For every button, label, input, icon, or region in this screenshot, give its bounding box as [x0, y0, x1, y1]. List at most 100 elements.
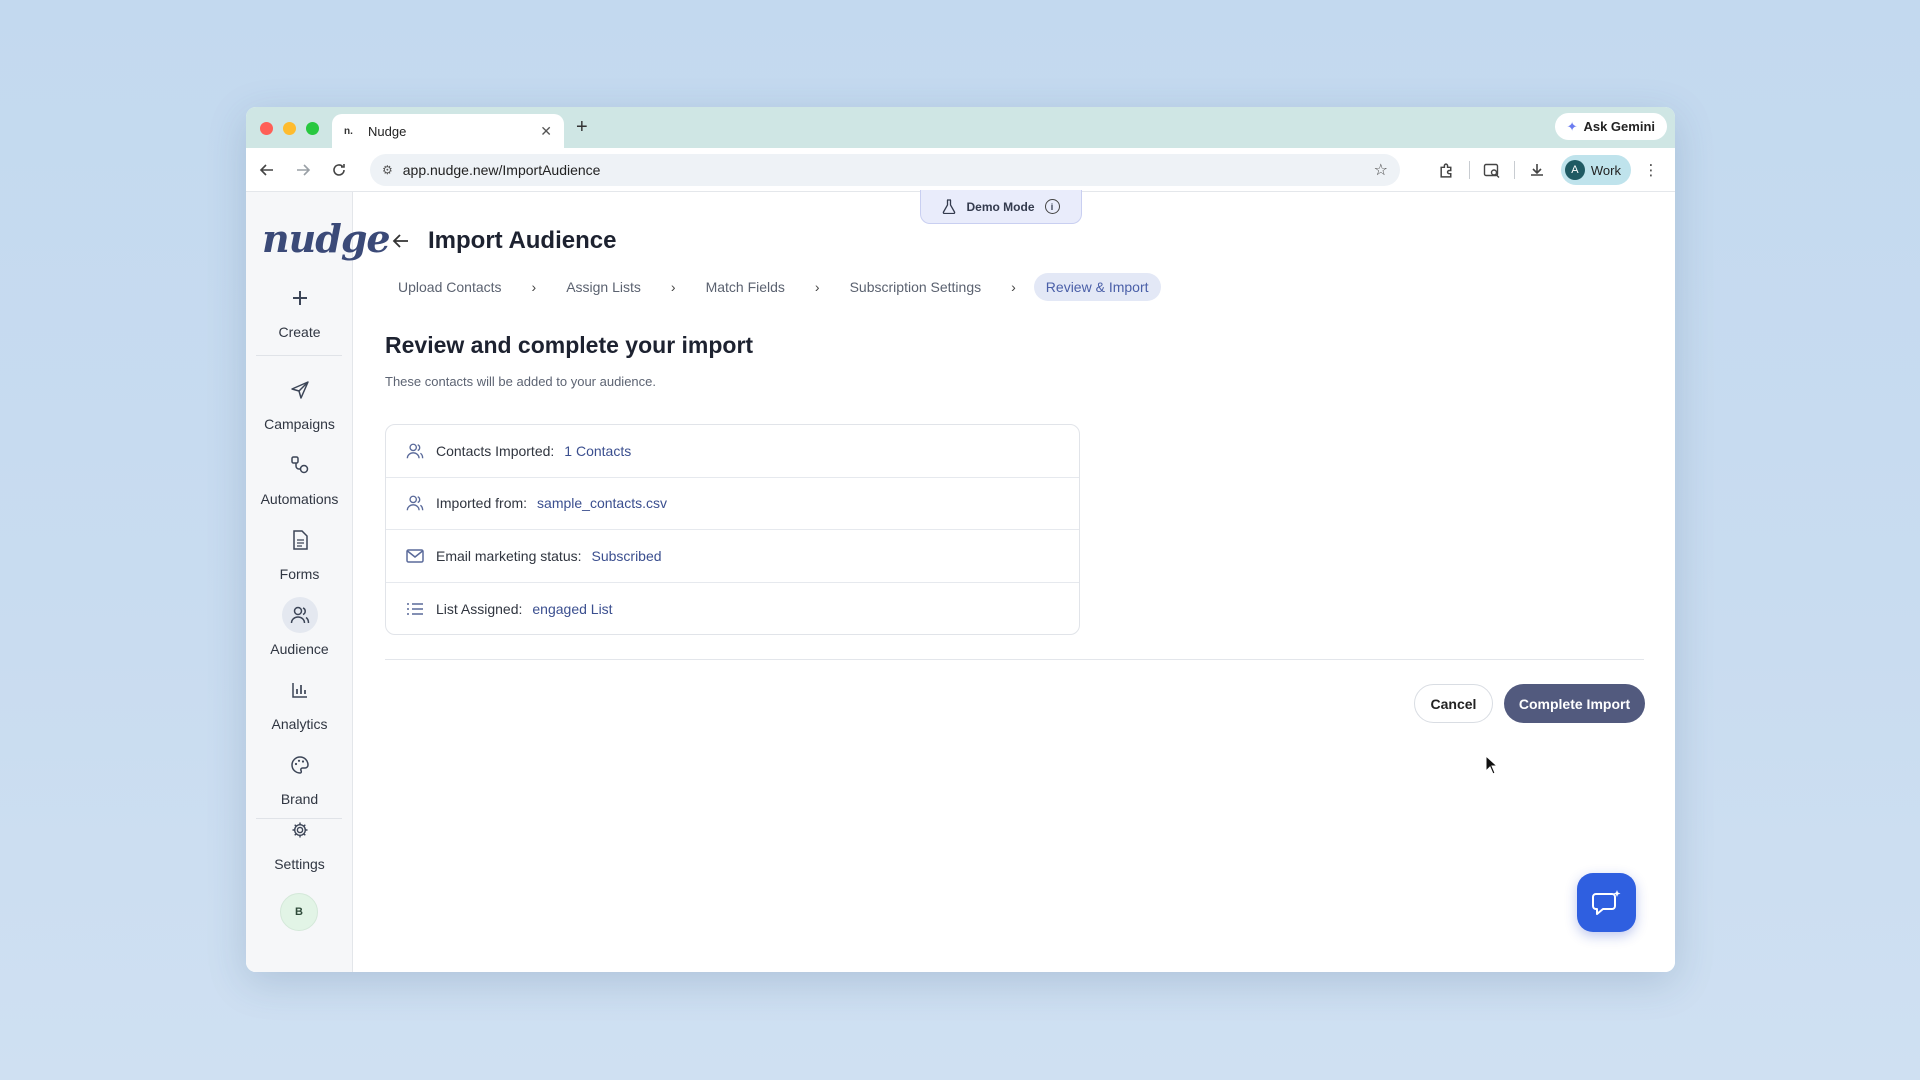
flask-icon [943, 199, 956, 214]
sidebar-item-automations[interactable]: Automations [246, 447, 353, 507]
tab-strip: n. Nudge ✕ + ✦ Ask Gemini [246, 107, 1675, 148]
summary-value: Subscribed [591, 547, 662, 564]
window-controls [260, 122, 319, 135]
sidebar-item-label: Campaigns [264, 416, 335, 432]
sidebar-item-label: Create [278, 324, 321, 340]
sidebar-item-analytics[interactable]: Analytics [246, 672, 353, 732]
summary-row-email-status: Email marketing status: Subscribed [386, 530, 1079, 583]
app-content: nudge Create Campaigns Automations Forms… [246, 190, 1675, 972]
summary-label: Contacts Imported: [436, 442, 555, 459]
summary-row-imported-from: Imported from: sample_contacts.csv [386, 478, 1079, 530]
browser-window: n. Nudge ✕ + ✦ Ask Gemini ⚙ app.nudge.ne… [246, 107, 1675, 972]
step-upload-contacts[interactable]: Upload Contacts [386, 273, 514, 301]
back-arrow-icon[interactable] [392, 229, 410, 255]
forward-button[interactable] [288, 155, 318, 185]
summary-value: 1 Contacts [564, 442, 632, 459]
page-title: Import Audience [428, 227, 617, 254]
step-match-fields[interactable]: Match Fields [694, 273, 797, 301]
step-assign-lists[interactable]: Assign Lists [554, 273, 653, 301]
sidebar: nudge Create Campaigns Automations Forms… [246, 192, 391, 972]
sidebar-item-campaigns[interactable]: Campaigns [246, 372, 353, 432]
sidebar-item-brand[interactable]: Brand [246, 747, 353, 807]
summary-value: engaged List [532, 600, 613, 617]
reload-button[interactable] [324, 155, 354, 185]
sidebar-item-label: Audience [270, 641, 329, 657]
profile-label: Work [1590, 162, 1621, 178]
list-icon [406, 601, 426, 617]
cancel-button[interactable]: Cancel [1414, 684, 1493, 723]
demo-mode-label: Demo Mode [966, 199, 1035, 214]
sidebar-item-label: Automations [260, 491, 339, 507]
step-subscription-settings[interactable]: Subscription Settings [838, 273, 994, 301]
chevron-right-icon: › [1011, 279, 1016, 295]
sidebar-item-label: Brand [280, 791, 319, 807]
bar-chart-icon [282, 672, 318, 708]
gear-icon [282, 812, 318, 848]
info-icon[interactable]: i [1044, 199, 1060, 214]
sidebar-item-create[interactable]: Create [246, 280, 353, 340]
summary-row-contacts-imported: Contacts Imported: 1 Contacts [386, 425, 1079, 478]
profile-button[interactable]: A Work [1560, 155, 1631, 185]
document-icon [282, 522, 318, 558]
section-subtitle: These contacts will be added to your aud… [385, 374, 657, 389]
url-text[interactable]: app.nudge.new/ImportAudience [403, 162, 1364, 178]
reload-icon [333, 163, 345, 176]
user-avatar[interactable]: B [280, 893, 318, 931]
close-window-button[interactable] [260, 122, 273, 135]
summary-value: sample_contacts.csv [537, 495, 667, 512]
arrow-left-icon [259, 163, 273, 176]
new-tab-button[interactable]: + [576, 116, 588, 139]
more-menu-icon[interactable]: ⋮ [1635, 155, 1667, 185]
ask-gemini-button[interactable]: ✦ Ask Gemini [1554, 113, 1667, 140]
section-divider [385, 659, 1644, 660]
sidebar-item-settings[interactable]: Settings [246, 812, 353, 872]
sidebar-item-audience[interactable]: Audience [246, 597, 353, 657]
nudge-logo[interactable]: nudge [262, 216, 391, 261]
sparkle-icon: ✦ [1566, 118, 1578, 134]
send-icon [282, 372, 318, 408]
chat-assistant-button[interactable] [1577, 873, 1636, 932]
download-icon[interactable] [1521, 155, 1553, 185]
profile-avatar: A [1564, 160, 1585, 180]
sidebar-item-forms[interactable]: Forms [246, 522, 353, 582]
tab-favicon: n. [344, 125, 353, 137]
import-summary-card: Contacts Imported: 1 Contacts Imported f… [385, 424, 1080, 635]
browser-tab[interactable]: n. Nudge ✕ [332, 114, 564, 148]
chevron-right-icon: › [814, 279, 820, 295]
toolbar-actions: A Work ⋮ [1431, 155, 1667, 185]
users-icon [406, 494, 426, 512]
site-info-icon[interactable]: ⚙ [382, 163, 393, 177]
mail-icon [406, 548, 426, 564]
summary-label: List Assigned: [436, 600, 523, 617]
sidebar-item-label: Forms [279, 566, 320, 582]
tab-search-icon[interactable] [1476, 155, 1508, 185]
extensions-icon[interactable] [1431, 155, 1463, 185]
arrow-right-icon [297, 163, 311, 176]
chevron-right-icon: › [670, 279, 676, 295]
summary-label: Imported from: [436, 495, 528, 512]
demo-mode-badge[interactable]: Demo Mode i [920, 190, 1082, 224]
users-icon [406, 442, 426, 460]
summary-label: Email marketing status: [436, 547, 582, 564]
bookmark-star-icon[interactable]: ☆ [1374, 160, 1388, 180]
close-tab-icon[interactable]: ✕ [540, 123, 552, 140]
ask-gemini-label: Ask Gemini [1583, 119, 1655, 134]
complete-import-button[interactable]: Complete Import [1504, 684, 1645, 723]
toolbar-separator [1513, 161, 1515, 179]
toolbar-separator [1468, 161, 1470, 179]
chat-sparkle-icon [1591, 889, 1620, 915]
address-bar[interactable]: ⚙ app.nudge.new/ImportAudience ☆ [370, 154, 1400, 186]
sidebar-divider [256, 355, 342, 356]
users-icon [281, 597, 318, 633]
chevron-right-icon: › [531, 279, 537, 295]
automation-icon [282, 447, 318, 483]
minimize-window-button[interactable] [283, 122, 296, 135]
maximize-window-button[interactable] [306, 122, 319, 135]
palette-icon [282, 747, 318, 783]
section-title: Review and complete your import [385, 332, 754, 358]
sidebar-item-label: Settings [274, 856, 325, 872]
browser-toolbar: ⚙ app.nudge.new/ImportAudience ☆ A Work … [246, 148, 1675, 192]
mouse-cursor [1485, 754, 1499, 780]
back-button[interactable] [252, 155, 282, 185]
step-review-import[interactable]: Review & Import [1033, 273, 1161, 301]
